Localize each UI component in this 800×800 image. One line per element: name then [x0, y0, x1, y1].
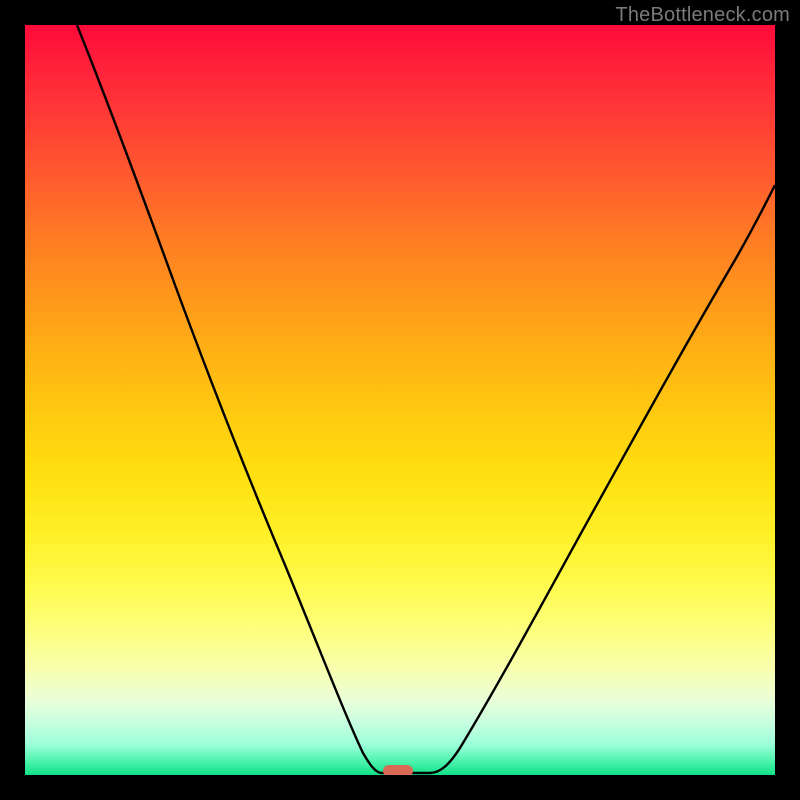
- watermark-text: TheBottleneck.com: [615, 4, 790, 27]
- chart-svg: [25, 25, 775, 775]
- optimum-marker: [383, 765, 413, 775]
- chart-frame: TheBottleneck.com: [0, 0, 800, 800]
- plot-area: [25, 25, 775, 775]
- bottleneck-curve: [77, 25, 775, 773]
